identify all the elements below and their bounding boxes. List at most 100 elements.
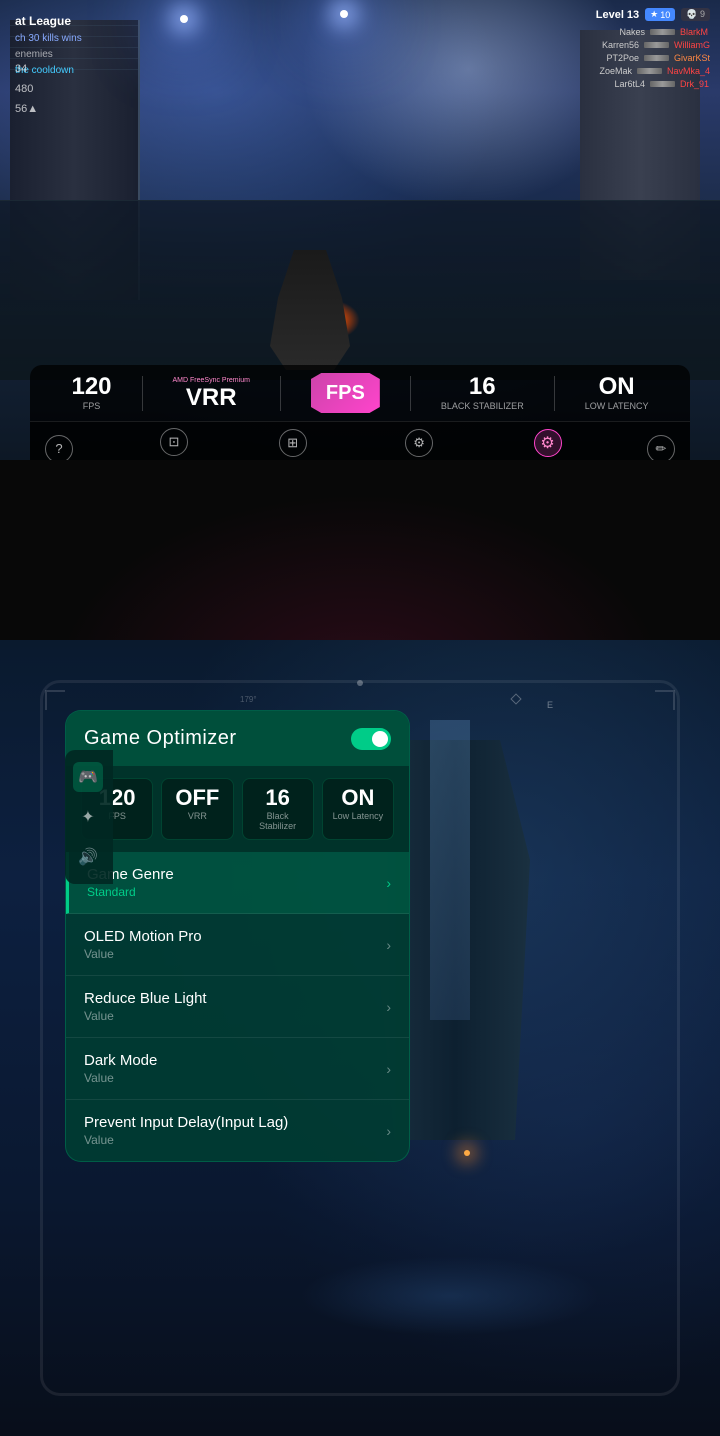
menu-item-rbl-title: Reduce Blue Light: [84, 990, 207, 1007]
menu-item-reduce-blue-light[interactable]: Reduce Blue Light Value ›: [66, 976, 409, 1038]
divider: [142, 376, 143, 411]
menu-item-dm-subtitle: Value: [84, 1071, 157, 1085]
opt-stat-vrr: OFF VRR: [161, 778, 233, 840]
level-text: Level 13: [596, 9, 639, 21]
fps-center-badge: FPS: [311, 373, 380, 413]
menu-item-pid-subtitle: Value: [84, 1133, 288, 1147]
player-gun-icon: [650, 29, 675, 35]
player-name: Karren56: [594, 40, 639, 50]
menu-item-oled-subtitle: Value: [84, 947, 202, 961]
vrr-value: VRR: [173, 386, 250, 410]
multiview-menu-icon[interactable]: ⊞ Multi-view: [275, 429, 311, 460]
player-score: GivarKSt: [674, 53, 710, 63]
player-row: Nakes BlarkM: [600, 27, 710, 37]
optimizer-header: Game Optimizer: [66, 711, 409, 766]
player-name: Lar6tL4: [600, 79, 645, 89]
screen-size-menu-icon[interactable]: ⊡ Screen Size: [152, 428, 195, 460]
player-name: PT2Poe: [594, 53, 639, 63]
pencil-icon[interactable]: ✏: [647, 435, 675, 461]
fps-stat: 120 FPS: [71, 375, 111, 411]
stats-bar: 120 FPS AMD FreeSync Premium VRR FPS 16 …: [30, 365, 690, 421]
edit-menu-icon[interactable]: ✏: [647, 435, 675, 461]
divider: [554, 376, 555, 411]
screen-size-icon[interactable]: ⊡: [160, 428, 188, 456]
help-circle[interactable]: ?: [45, 435, 73, 461]
vrr-stat: AMD FreeSync Premium VRR: [173, 377, 250, 410]
divider: [410, 376, 411, 411]
player-list: Nakes BlarkM Karren56 WilliamG PT2Poe Gi…: [587, 27, 710, 89]
optimizer-toggle[interactable]: [351, 728, 391, 750]
player-gun-icon: [637, 68, 662, 74]
chevron-right-icon: ›: [386, 937, 391, 953]
player-score: NavMka_4: [667, 66, 710, 76]
player-score: BlarkM: [680, 27, 710, 37]
optimizer-menu: Game Genre Standard › OLED Motion Pro Va…: [66, 852, 409, 1161]
menu-item-rbl-content: Reduce Blue Light Value: [84, 990, 207, 1023]
menu-item-rbl-subtitle: Value: [84, 1009, 207, 1023]
player-row: Lar6tL4 Drk_91: [600, 79, 710, 89]
center-dot: [357, 680, 363, 686]
menu-item-prevent-input-delay[interactable]: Prevent Input Delay(Input Lag) Value ›: [66, 1100, 409, 1161]
latency-label: Low Latency: [585, 401, 649, 411]
opt-vrr-label: VRR: [167, 811, 227, 821]
level-badge: Level 13 ★ 10 💀 9: [587, 8, 710, 21]
coord-text: 179°: [240, 695, 257, 704]
player-name: ZoeMak: [587, 66, 632, 76]
player-score: WilliamG: [674, 40, 710, 50]
bottom-game-section: 179° E 🎮 ✦ 🔊 Game Optimizer 120 FPS OFF …: [0, 640, 720, 1436]
sidebar-icons: 🎮 ✦ 🔊: [65, 750, 113, 884]
menu-item-game-genre[interactable]: Game Genre Standard ›: [66, 852, 409, 914]
multiview-icon[interactable]: ⊞: [279, 429, 307, 457]
amd-label: AMD FreeSync Premium: [173, 377, 250, 384]
corner-bracket-tl: [45, 690, 65, 710]
opt-black-stab-value: 16: [248, 787, 308, 809]
ground: [0, 200, 720, 380]
menu-item-oled-motion-pro[interactable]: OLED Motion Pro Value ›: [66, 914, 409, 976]
all-settings-menu-icon[interactable]: ⚙ All Settings: [528, 429, 568, 460]
latency-value: ON: [585, 375, 649, 399]
hud-bottom-bar: 120 FPS AMD FreeSync Premium VRR FPS 16 …: [30, 365, 690, 460]
score3: 56▲: [15, 100, 38, 120]
sidebar-icon-gamepad[interactable]: 🎮: [73, 762, 103, 792]
game-optimizer-menu-icon[interactable]: ⚙ Game Optimizer: [390, 429, 448, 460]
menu-bar: ? ⊡ Screen Size ⊞ Multi-view ⚙ Game Opti…: [30, 421, 690, 460]
sliders-icon[interactable]: ⚙: [405, 429, 433, 457]
sidebar-icon-audio[interactable]: 🔊: [73, 842, 103, 872]
score1: 34: [15, 60, 38, 80]
opt-stat-latency: ON Low Latency: [322, 778, 394, 840]
chevron-right-icon: ›: [386, 1123, 391, 1139]
kill-info: ch 30 kills wins: [15, 31, 82, 47]
score2: 480: [15, 80, 38, 100]
hud-label-e: E: [547, 700, 555, 710]
street-light-left: [180, 15, 188, 23]
divider: [280, 376, 281, 411]
star-badge: ★ 10: [645, 8, 675, 21]
player-score: Drk_91: [680, 79, 710, 89]
gear-icon[interactable]: ⚙: [534, 429, 562, 457]
chevron-right-icon: ›: [386, 999, 391, 1015]
skull-badge: 💀 9: [681, 8, 710, 21]
chevron-right-icon: ›: [386, 875, 391, 891]
player-row: ZoeMak NavMka_4: [587, 66, 710, 76]
game-optimizer-panel: Game Optimizer 120 FPS OFF VRR 16 Black …: [65, 710, 410, 1162]
opt-latency-label: Low Latency: [328, 811, 388, 821]
menu-item-oled-content: OLED Motion Pro Value: [84, 928, 202, 961]
score-display: 34 480 56▲: [15, 60, 38, 119]
fps-label: FPS: [71, 401, 111, 411]
fps-badge-value: FPS: [326, 383, 365, 403]
menu-item-dm-title: Dark Mode: [84, 1052, 157, 1069]
opt-black-stab-label: Black Stabilizer: [248, 811, 308, 831]
top-game-section: at League ch 30 kills wins enemies the c…: [0, 0, 720, 460]
street-light-right: [340, 10, 348, 18]
sidebar-icon-display[interactable]: ✦: [73, 802, 103, 832]
menu-item-pid-content: Prevent Input Delay(Input Lag) Value: [84, 1114, 288, 1147]
help-menu-icon[interactable]: ?: [45, 435, 73, 461]
optimizer-title: Game Optimizer: [84, 727, 237, 750]
player-gun-icon: [644, 42, 669, 48]
opt-stat-black-stab: 16 Black Stabilizer: [242, 778, 314, 840]
player-gun-icon: [650, 81, 675, 87]
corner-bracket-tr: [655, 690, 675, 710]
menu-item-game-genre-subtitle: Standard: [87, 885, 174, 899]
menu-item-dark-mode[interactable]: Dark Mode Value ›: [66, 1038, 409, 1100]
hud-topright: Level 13 ★ 10 💀 9 Nakes BlarkM Karren56 …: [587, 8, 710, 89]
